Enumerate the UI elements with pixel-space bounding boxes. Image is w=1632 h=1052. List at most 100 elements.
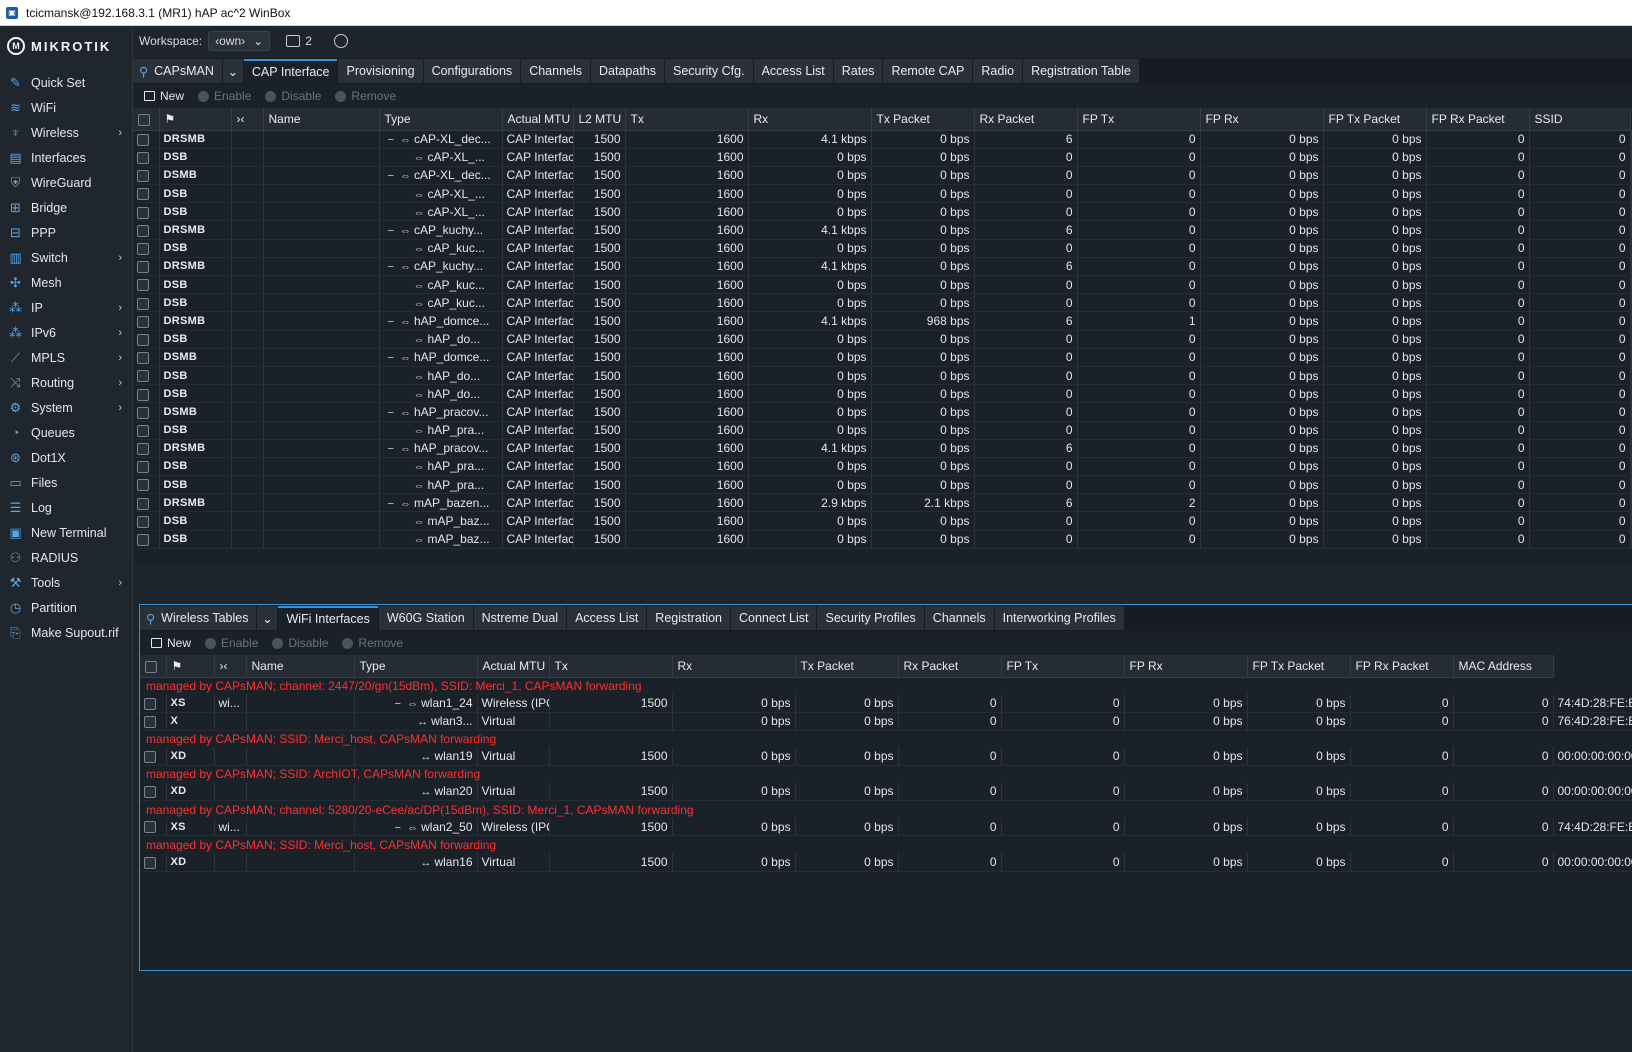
column-header-rx-packet[interactable]: Rx Packet — [974, 108, 1078, 131]
row-checkbox-cell[interactable] — [140, 747, 167, 767]
row-checkbox[interactable] — [137, 170, 149, 183]
remove-button[interactable]: Remove — [335, 89, 396, 103]
column-header-l2-mtu[interactable]: L2 MTU — [573, 108, 626, 131]
column-header-fp-rx-packet[interactable]: FP Rx Packet — [1350, 655, 1454, 678]
row-checkbox[interactable] — [137, 261, 149, 274]
row-checkbox[interactable] — [144, 751, 156, 764]
windows-button[interactable]: 2 — [286, 34, 312, 48]
row-checkbox[interactable] — [137, 297, 149, 310]
table-row[interactable]: XD ↔ wlan19 Virtual 1500 0 bps 0 bps 0 0 0 bps 0 b… — [140, 747, 1632, 767]
table-row[interactable]: DSB⇔cAP_kuc...CAP Interface150016000 bps… — [133, 239, 1632, 258]
column-header-rx[interactable]: Rx — [748, 108, 872, 131]
table-row[interactable]: DSB⇔mAP_baz...CAP Interface150016000 bps… — [133, 511, 1632, 531]
row-checkbox-cell[interactable] — [133, 239, 160, 258]
table-row[interactable]: DSB⇔cAP_kuc...CAP Interface150016000 bps… — [133, 275, 1632, 295]
table-row[interactable]: DRSMB− ⇔hAP_domce...CAP Interface1500160… — [133, 311, 1632, 331]
sidebar-item-routing[interactable]: ⤨ Routing › — [0, 370, 132, 395]
column-header-fp-rx[interactable]: FP Rx — [1124, 655, 1248, 678]
sidebar-item-wireguard[interactable]: ⛨ WireGuard — [0, 170, 132, 195]
row-checkbox-cell[interactable] — [133, 275, 160, 295]
capsman-tab-registration-table[interactable]: Registration Table — [1023, 59, 1139, 83]
sidebar-item-switch[interactable]: ▥ Switch › — [0, 245, 132, 270]
sidebar-item-dot1x[interactable]: ⊛ Dot1X — [0, 445, 132, 470]
collapse-icon[interactable]: − — [395, 822, 404, 834]
row-checkbox-cell[interactable] — [133, 530, 160, 549]
column-header-tx-packet[interactable]: Tx Packet — [871, 108, 975, 131]
column-header-fp-rx[interactable]: FP Rx — [1200, 108, 1324, 131]
row-checkbox-cell[interactable] — [133, 202, 160, 222]
row-checkbox-cell[interactable] — [140, 852, 167, 872]
sidebar-item-quick-set[interactable]: ✎ Quick Set — [0, 70, 132, 95]
sidebar-item-ppp[interactable]: ⊟ PPP — [0, 220, 132, 245]
capsman-menu-dropdown[interactable]: ⌄ — [222, 59, 243, 83]
wireless-tab-interworking-profiles[interactable]: Interworking Profiles — [994, 606, 1124, 630]
collapse-icon[interactable]: − — [388, 170, 397, 182]
sidebar-item-interfaces[interactable]: ▤ Interfaces — [0, 145, 132, 170]
row-checkbox-cell[interactable] — [133, 257, 160, 277]
table-row[interactable]: DSB⇔cAP-XL_...CAP Interface150016000 bps… — [133, 184, 1632, 204]
new-button[interactable]: New — [144, 89, 184, 103]
sidebar-item-queues[interactable]: ◔ Queues — [0, 420, 132, 445]
column-header-fp-tx[interactable]: FP Tx — [1001, 655, 1125, 678]
checkbox[interactable] — [138, 113, 150, 126]
wireless-tab-w60g-station[interactable]: W60G Station — [378, 606, 473, 630]
table-row[interactable]: DRSMB− ⇔hAP_pracov...CAP Interface150016… — [133, 439, 1632, 458]
row-checkbox-cell[interactable] — [133, 457, 160, 477]
table-row[interactable]: DRSMB− ⇔cAP-XL_dec...CAP Interface150016… — [133, 130, 1632, 149]
column-header-ssid[interactable]: SSID — [1529, 108, 1631, 131]
row-checkbox[interactable] — [137, 333, 149, 346]
table-row[interactable]: DSB⇔hAP_do...CAP Interface150016000 bps0… — [133, 366, 1632, 386]
capsman-tab-configurations[interactable]: Configurations — [423, 59, 521, 83]
sidebar-item-log[interactable]: ☰ Log — [0, 495, 132, 520]
table-row[interactable]: DSMB− ⇔cAP-XL_dec...CAP Interface1500160… — [133, 166, 1632, 186]
workspace-select[interactable]: ‹own› ⌄ — [208, 31, 271, 51]
column-header-type[interactable]: Type — [354, 655, 478, 678]
table-row[interactable]: XSwi...− ⇔wlan1_24Wireless (IPQ4019)1500… — [140, 694, 1632, 713]
row-checkbox-cell[interactable] — [133, 148, 160, 167]
row-checkbox[interactable] — [144, 856, 156, 869]
table-row[interactable]: XD ↔ wlan20 Virtual 1500 0 bps 0 bps 0 0 0 bps 0 b… — [140, 782, 1632, 802]
row-checkbox[interactable] — [137, 152, 149, 165]
column-header-fp-tx[interactable]: FP Tx — [1077, 108, 1201, 131]
row-checkbox-cell[interactable] — [133, 130, 160, 149]
capsman-tab-cap-interface[interactable]: CAP Interface — [243, 59, 338, 83]
table-row[interactable]: X ↔ wlan3... Virtual 0 bps 0 bps 0 0 0 bps 0 bps 0… — [140, 712, 1632, 731]
row-checkbox[interactable] — [137, 497, 149, 510]
search-icon[interactable] — [333, 34, 348, 48]
sidebar-item-new-terminal[interactable]: ▣ New Terminal — [0, 520, 132, 545]
sidebar-item-bridge[interactable]: ⊞ Bridge — [0, 195, 132, 220]
disable-button[interactable]: Disable — [265, 89, 321, 103]
collapse-icon[interactable]: − — [388, 225, 397, 237]
row-checkbox[interactable] — [137, 461, 149, 474]
collapse-icon[interactable]: − — [388, 316, 397, 328]
column-header-mac-address[interactable]: MAC Address — [1453, 655, 1554, 678]
table-row[interactable]: DSB⇔hAP_pra...CAP Interface150016000 bps… — [133, 421, 1632, 440]
row-checkbox[interactable] — [137, 370, 149, 383]
table-row[interactable]: XSwi...− ⇔wlan2_50Wireless (IPQ4019)1500… — [140, 817, 1632, 837]
table-row[interactable]: DSB⇔cAP-XL_...CAP Interface150016000 bps… — [133, 202, 1632, 222]
row-checkbox[interactable] — [137, 406, 149, 419]
row-checkbox-cell[interactable] — [133, 384, 160, 404]
row-checkbox[interactable] — [137, 424, 149, 437]
row-checkbox-cell[interactable] — [133, 184, 160, 204]
row-checkbox-cell[interactable] — [133, 348, 160, 367]
select-all-checkbox[interactable] — [140, 655, 167, 678]
row-checkbox-cell[interactable] — [133, 293, 160, 313]
capsman-tab-radio[interactable]: Radio — [973, 59, 1023, 83]
table-row[interactable]: DRSMB− ⇔cAP_kuchy...CAP Interface1500160… — [133, 257, 1632, 277]
row-checkbox-cell[interactable] — [133, 493, 160, 513]
capsman-tab-rates[interactable]: Rates — [833, 59, 883, 83]
sidebar-item-ip[interactable]: ⁂ IP › — [0, 295, 132, 320]
row-checkbox[interactable] — [144, 697, 156, 710]
row-checkbox-cell[interactable] — [140, 817, 167, 837]
row-checkbox[interactable] — [144, 716, 156, 729]
sidebar-item-wifi[interactable]: ≋ WiFi — [0, 95, 132, 120]
column-header-tx[interactable]: Tx — [549, 655, 673, 678]
row-checkbox-cell[interactable] — [133, 402, 160, 422]
row-checkbox-cell[interactable] — [140, 712, 167, 731]
row-checkbox[interactable] — [137, 315, 149, 328]
column-header-name[interactable]: Name — [263, 108, 380, 131]
column-header-name[interactable]: Name — [246, 655, 355, 678]
sidebar-item-ipv6[interactable]: ⁂ IPv6 › — [0, 320, 132, 345]
column-header-fp-tx-packet[interactable]: FP Tx Packet — [1323, 108, 1427, 131]
